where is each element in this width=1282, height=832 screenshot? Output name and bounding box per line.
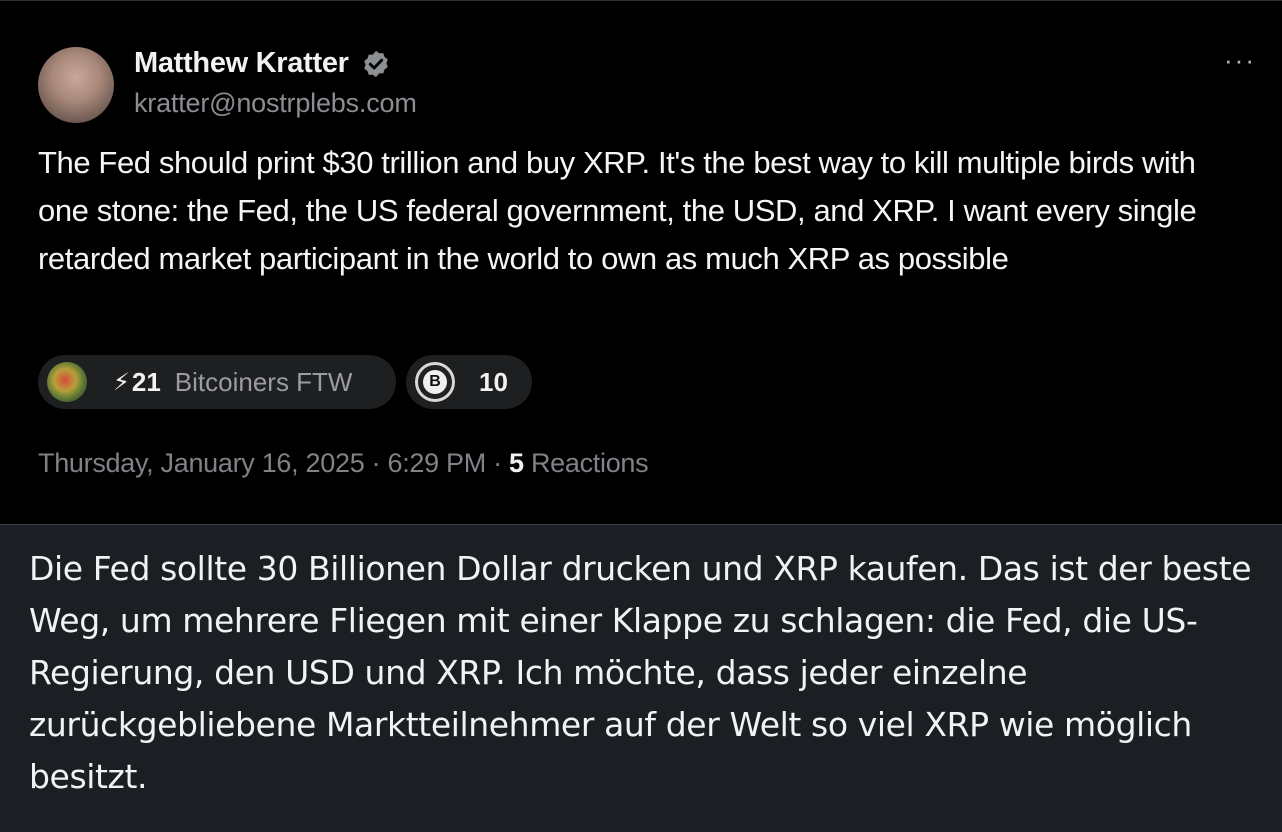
author-name-row: Matthew Kratter [134,47,391,80]
post-card: Matthew Kratter kratter@nostrplebs.com ·… [0,0,1282,524]
badge-reaction-count: 10 [479,366,508,397]
zapper-name: Bitcoiners FTW [174,366,353,397]
author-handle[interactable]: kratter@nostrplebs.com [134,88,417,119]
zap-amount: 21 [131,366,161,397]
bitcoin-badge-icon: B [415,362,455,402]
translation-text: Die Fed sollte 30 Billionen Dollar druck… [29,549,1252,796]
zapper-avatar-icon [47,362,87,402]
zap-reaction-chip[interactable]: ⚡ 21 Bitcoiners FTW [38,355,396,409]
verified-badge-icon [363,50,388,77]
post-timestamp[interactable]: Thursday, January 16, 2025 · 6:29 PM · [38,448,509,478]
author-avatar[interactable] [38,47,114,123]
badge-reaction-chip[interactable]: B 10 [406,355,532,409]
translation-panel: Die Fed sollte 30 Billionen Dollar druck… [0,524,1282,832]
author-name[interactable]: Matthew Kratter [134,47,349,80]
bitcoin-symbol: B [423,370,447,394]
post-text: The Fed should print $30 trillion and bu… [38,145,1197,276]
reactions-count[interactable]: 5 [509,448,524,478]
lightning-bolt-icon: ⚡ [113,368,130,396]
more-options-icon[interactable]: ··· [1224,45,1256,76]
post-meta: Thursday, January 16, 2025 · 6:29 PM · 5… [38,448,649,479]
reactions-label[interactable]: Reactions [524,448,649,478]
